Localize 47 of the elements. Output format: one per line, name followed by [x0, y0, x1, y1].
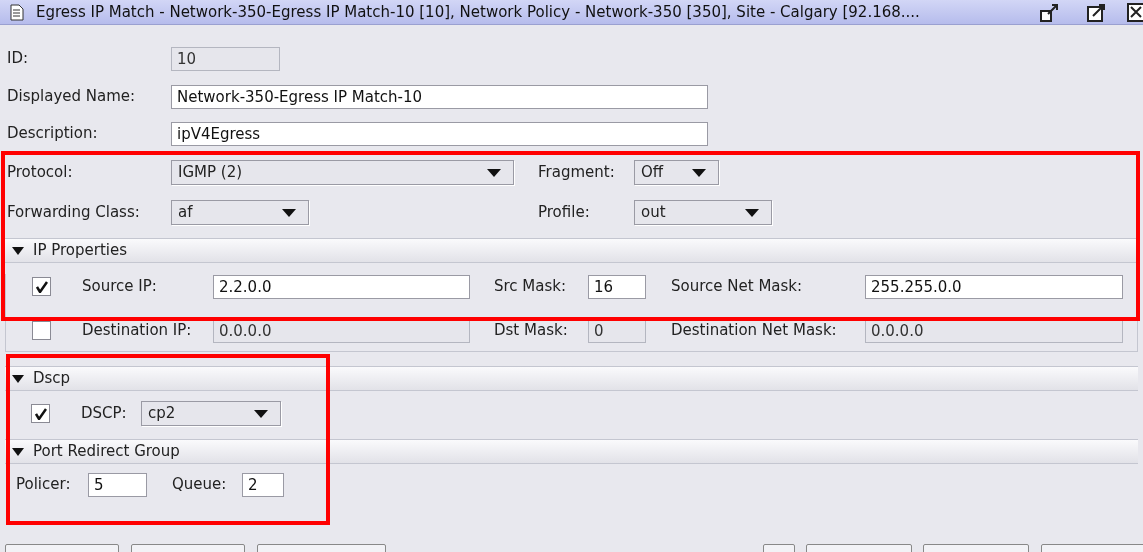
input-field[interactable]: ipV4Egress — [171, 121, 708, 146]
dropdown[interactable]: out — [634, 200, 772, 225]
field-label: ID: — [7, 48, 30, 70]
field-label: Protocol: — [7, 162, 74, 184]
field-label: Displayed Name: — [7, 86, 137, 108]
caret-icon — [745, 208, 759, 217]
input-field[interactable]: 255.255.0.0 — [865, 274, 1123, 299]
input-field[interactable]: 16 — [588, 274, 646, 299]
dropdown[interactable]: af — [171, 200, 309, 225]
dropdown[interactable]: IGMP (2) — [171, 160, 514, 185]
caret-icon — [487, 168, 501, 177]
dropdown[interactable]: Off — [634, 160, 719, 185]
document-icon — [10, 3, 24, 21]
field-label: Forwarding Class: — [7, 202, 141, 224]
field-label: Fragment: — [538, 162, 616, 184]
input-field[interactable]: Network-350-Egress IP Match-10 — [171, 84, 708, 109]
field-label: Profile: — [538, 202, 591, 224]
field-label: DSCP: — [81, 403, 128, 425]
field-label: Destination IP: — [82, 320, 193, 342]
caret-icon — [254, 409, 268, 418]
field-label: Description: — [7, 123, 99, 145]
close-icon[interactable] — [1127, 3, 1143, 22]
field-label: Destination Net Mask: — [671, 320, 838, 342]
triangle-icon — [12, 246, 24, 255]
input-field[interactable]: 5 — [88, 472, 147, 497]
checkbox[interactable] — [32, 277, 51, 296]
window-title: Egress IP Match - Network-350-Egress IP Match-10 [10], Network Policy - Network-350 [350], Site - Calgary [92.168.... — [36, 1, 920, 23]
caret-icon — [282, 208, 296, 217]
checkbox[interactable] — [32, 321, 51, 340]
restore-icon[interactable] — [1040, 3, 1059, 22]
maximize-icon[interactable] — [1087, 3, 1106, 22]
input-field[interactable]: 2 — [242, 472, 284, 497]
section-header[interactable]: Dscp — [5, 366, 1138, 391]
triangle-icon — [12, 447, 24, 456]
field-label: Source Net Mask: — [671, 276, 804, 298]
dropdown[interactable]: cp2 — [141, 401, 281, 426]
section-header[interactable]: Port Redirect Group — [5, 439, 1138, 464]
field-label: Dst Mask: — [494, 320, 569, 342]
input-field[interactable]: 2.2.0.0 — [213, 274, 470, 299]
caret-icon — [692, 168, 706, 177]
section-header[interactable]: IP Properties — [5, 238, 1138, 263]
field-label: Source IP: — [82, 276, 158, 298]
field-label: Src Mask: — [494, 276, 568, 298]
triangle-icon — [12, 374, 24, 383]
field-label: Queue: — [172, 474, 228, 496]
checkbox[interactable] — [31, 404, 50, 423]
field-label: Policer: — [16, 474, 72, 496]
